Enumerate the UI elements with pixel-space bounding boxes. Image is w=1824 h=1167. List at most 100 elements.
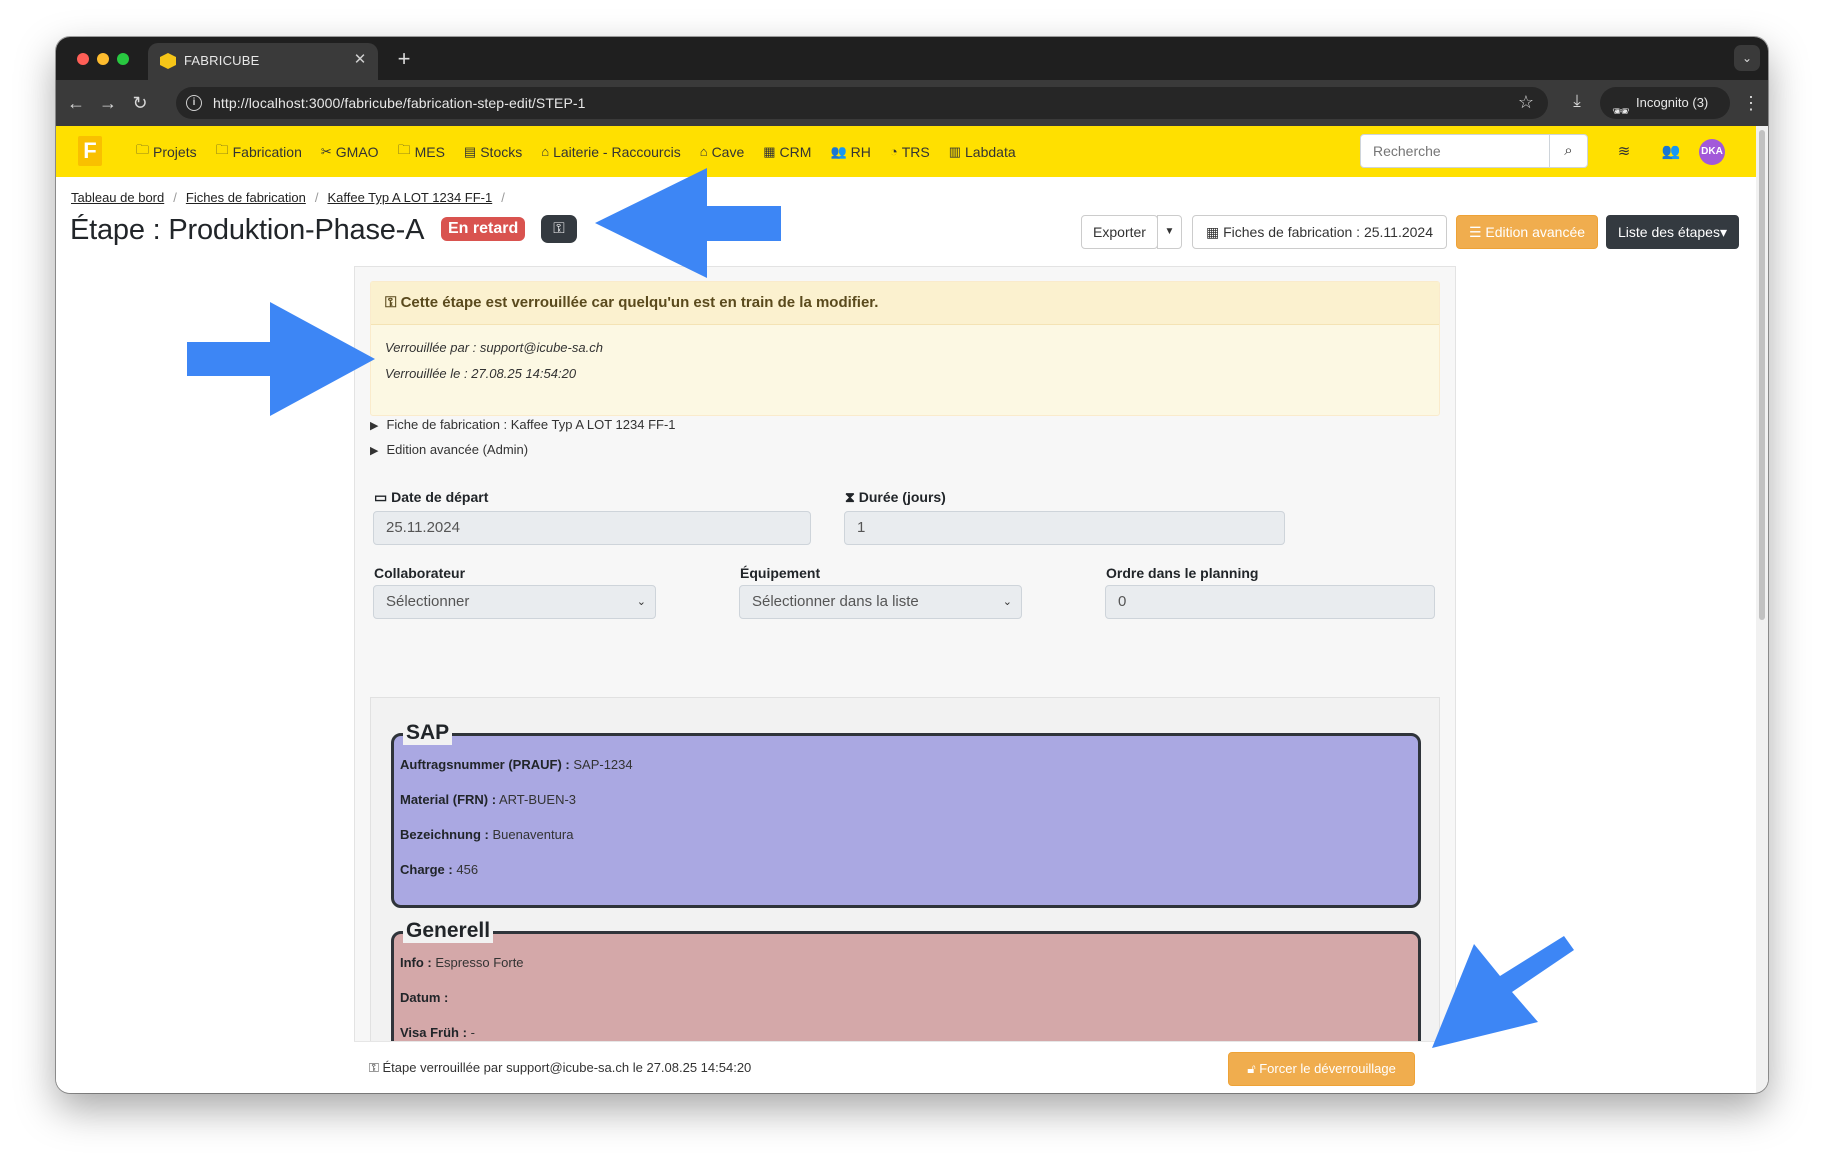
- lock-footer-bar: ⚿ Étape verrouillée par support@icube-sa…: [354, 1041, 1456, 1093]
- sap-row: Bezeichnung : Buenaventura: [400, 827, 574, 842]
- calendar-icon: ▭: [374, 489, 392, 505]
- breadcrumb-separator: /: [501, 190, 505, 205]
- tab-search-button[interactable]: ⌄: [1734, 45, 1760, 71]
- unlock-icon: 🔓︎: [1247, 1061, 1260, 1076]
- sap-row: Auftragsnummer (PRAUF) : SAP-1234: [400, 757, 633, 772]
- bookmark-star-icon[interactable]: ☆: [1518, 92, 1534, 113]
- locked-at-text: Verrouillée le : 27.08.25 14:54:20: [385, 366, 577, 381]
- close-window-button[interactable]: [77, 53, 89, 65]
- breadcrumb: Tableau de bord / Fiches de fabrication …: [71, 190, 514, 205]
- collaborator-select[interactable]: Sélectionner ⌄: [373, 585, 656, 619]
- sap-row: Charge : 456: [400, 862, 479, 877]
- generell-legend: Generell: [403, 919, 494, 943]
- fiche-collapsible[interactable]: ▶ Fiche de fabrication : Kaffee Typ A LOT…: [370, 417, 676, 432]
- download-icon[interactable]: ⤓: [1565, 91, 1589, 115]
- breadcrumb-separator: /: [173, 190, 177, 205]
- generell-row: Visa Früh : -: [400, 1025, 475, 1040]
- breadcrumb-dashboard[interactable]: Tableau de bord: [71, 190, 164, 205]
- triangle-right-icon: ▶: [370, 445, 379, 457]
- duration-field[interactable]: 1: [844, 511, 1285, 545]
- equipment-select[interactable]: Sélectionner dans la liste ⌄: [739, 585, 1022, 619]
- nav-item-rh[interactable]: 👥 RH: [830, 144, 870, 160]
- folder-icon: 🗀: [397, 141, 411, 157]
- equipment-label: Équipement: [740, 565, 821, 581]
- site-info-icon[interactable]: i: [186, 95, 202, 111]
- nav-item-gmao[interactable]: ✂ GMAO: [321, 144, 379, 160]
- new-tab-button[interactable]: +: [390, 45, 418, 73]
- admin-collapsible[interactable]: ▶ Edition avancée (Admin): [370, 442, 528, 457]
- search-button[interactable]: ⌕: [1549, 134, 1588, 168]
- custom-fields-panel: SAP Auftragsnummer (PRAUF) : SAP-1234 Ma…: [370, 697, 1440, 1093]
- nav-item-cave[interactable]: ⌂ Cave: [700, 144, 745, 160]
- annotation-arrow-diagonal: [1432, 936, 1574, 1048]
- chevron-down-icon: ⌄: [1002, 596, 1012, 608]
- zoom-window-button[interactable]: [117, 53, 129, 65]
- planning-order-field[interactable]: 0: [1105, 585, 1435, 619]
- reload-icon[interactable]: ↻: [128, 91, 152, 115]
- lock-alert-header: ⚿ Cette étape est verrouillée car quelqu…: [371, 282, 1439, 325]
- fabricube-logo[interactable]: F: [78, 136, 102, 166]
- fabricube-favicon-icon: [160, 53, 176, 69]
- warehouse-icon: ▤: [463, 143, 477, 159]
- minimize-window-button[interactable]: [97, 53, 109, 65]
- lock-alert: ⚿ Cette étape est verrouillée car quelqu…: [370, 281, 1440, 416]
- page-title: Étape : Produktion-Phase-A: [70, 214, 425, 246]
- nav-item-fabrication[interactable]: 🗀 Fabrication: [216, 141, 302, 163]
- nav-item-crm[interactable]: ▦ CRM: [763, 144, 811, 160]
- sap-legend: SAP: [403, 721, 453, 745]
- fiches-button[interactable]: ▦ Fiches de fabrication : 25.11.2024: [1192, 215, 1447, 249]
- nav-menu: 🗀 Projets 🗀 Fabrication ✂ GMAO 🗀 MES ▤ Stocks…: [136, 126, 1035, 177]
- table-icon: ▦: [1205, 224, 1224, 240]
- duration-label: ⧗ Durée (jours): [845, 489, 946, 505]
- nav-item-mes[interactable]: 🗀 MES: [398, 141, 445, 163]
- scrollbar-thumb[interactable]: [1759, 130, 1765, 620]
- step-panel: ⚿ Cette étape est verrouillée car quelqu…: [354, 266, 1456, 1093]
- team-icon[interactable]: 👥: [1659, 140, 1683, 164]
- browser-tab[interactable]: FABRICUBE ✕: [148, 43, 378, 80]
- tab-close-icon[interactable]: ✕: [350, 50, 370, 70]
- building-icon: ▦: [763, 143, 776, 159]
- incognito-label: Incognito (3): [1636, 95, 1709, 110]
- user-avatar[interactable]: DKA: [1699, 139, 1725, 165]
- chart-icon: ▥: [948, 143, 962, 159]
- folder-icon: 🗀: [136, 141, 150, 157]
- breadcrumb-lot[interactable]: Kaffee Typ A LOT 1234 FF-1: [327, 190, 492, 205]
- start-date-field[interactable]: 25.11.2024: [373, 511, 811, 545]
- user-lock-icon: ⚿: [541, 215, 577, 243]
- tab-bar: FABRICUBE ✕ + ⌄: [56, 37, 1768, 80]
- nav-item-projets[interactable]: 🗀 Projets: [136, 141, 197, 163]
- incognito-button[interactable]: 🕶 Incognito (3): [1600, 87, 1730, 119]
- search-input[interactable]: [1360, 134, 1550, 168]
- advanced-edit-button[interactable]: ☰ Edition avancée: [1456, 215, 1598, 249]
- gauge-icon: ◔: [889, 144, 898, 159]
- locked-by-text: Verrouillée par : support@icube-sa.ch: [385, 340, 603, 355]
- generell-row: Info : Espresso Forte: [400, 955, 524, 970]
- nav-item-laiterie[interactable]: ⌂ Laiterie - Raccourcis: [541, 144, 680, 160]
- browser-menu-icon[interactable]: ⋮: [1742, 91, 1760, 115]
- breadcrumb-fiches[interactable]: Fiches de fabrication: [186, 190, 306, 205]
- back-arrow-icon[interactable]: ←: [64, 91, 88, 115]
- forward-arrow-icon[interactable]: →: [96, 91, 120, 115]
- address-bar[interactable]: i http://localhost:3000/fabricube/fabric…: [176, 87, 1548, 119]
- layers-icon[interactable]: ≋: [1612, 140, 1636, 164]
- step-list-button[interactable]: Liste des étapes▾: [1606, 215, 1739, 249]
- nav-item-stocks[interactable]: ▤ Stocks: [464, 144, 522, 160]
- user-lock-icon: ⚿: [385, 294, 401, 311]
- nav-item-labdata[interactable]: ▥ Labdata: [949, 144, 1016, 160]
- export-button[interactable]: Exporter: [1081, 215, 1158, 249]
- url-text[interactable]: http://localhost:3000/fabricube/fabricat…: [213, 95, 586, 111]
- annotation-arrow-right: [187, 302, 375, 416]
- hourglass-icon: ⧗: [845, 489, 859, 505]
- start-date-label: ▭ Date de départ: [374, 489, 489, 505]
- annotation-arrow-left: [595, 168, 781, 278]
- incognito-icon: 🕶: [1612, 103, 1630, 119]
- generell-row: Datum :: [400, 990, 449, 1005]
- nav-item-trs[interactable]: ◔ TRS: [890, 144, 930, 160]
- tools-icon: ✂: [320, 143, 332, 159]
- browser-window: FABRICUBE ✕ + ⌄ ← → ↻ i http://localhost…: [56, 37, 1768, 1093]
- export-dropdown-toggle[interactable]: ▼: [1157, 215, 1182, 249]
- force-unlock-button[interactable]: 🔓︎ Forcer le déverrouillage: [1228, 1052, 1415, 1086]
- sap-row: Material (FRN) : ART-BUEN-3: [400, 792, 577, 807]
- planning-order-label: Ordre dans le planning: [1106, 565, 1259, 581]
- cave-icon: ⌂: [699, 144, 708, 159]
